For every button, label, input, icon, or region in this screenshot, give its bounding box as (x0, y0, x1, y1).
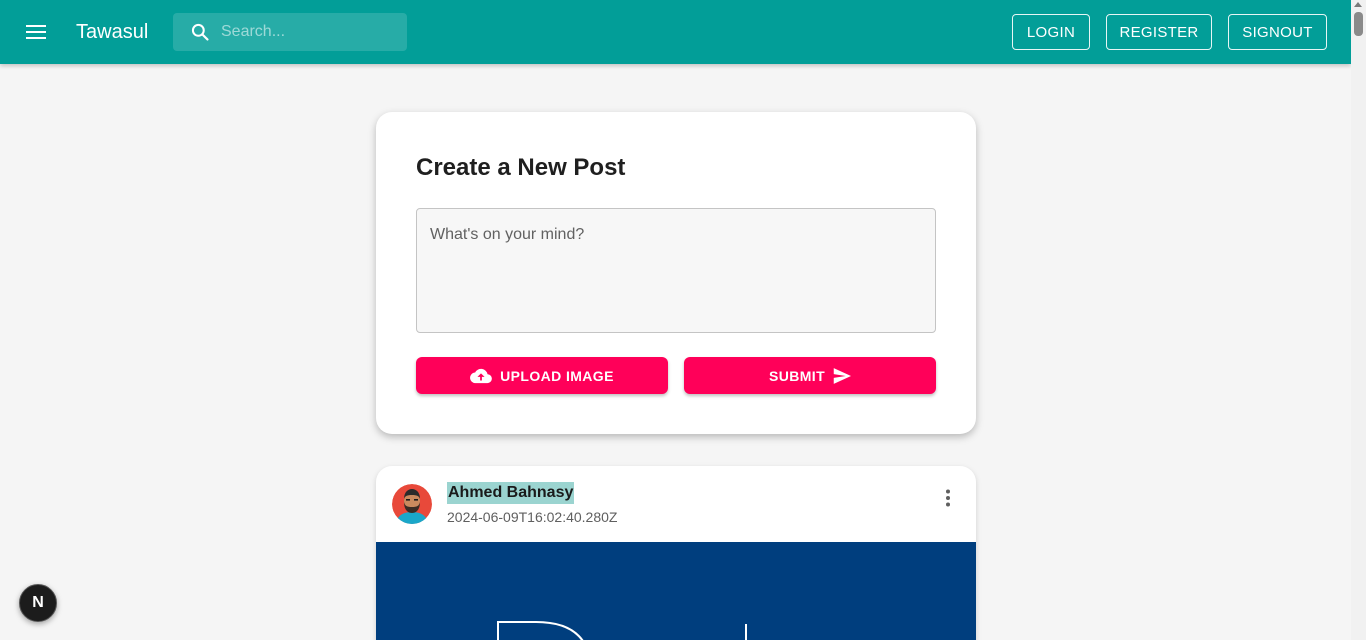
upload-image-label: UPLOAD IMAGE (500, 367, 614, 384)
hamburger-menu-icon (26, 25, 46, 39)
search-box[interactable] (173, 13, 407, 51)
post-options-button[interactable] (936, 486, 960, 510)
create-post-title: Create a New Post (416, 154, 626, 181)
submit-button[interactable]: SUBMIT (684, 357, 936, 394)
brand-title[interactable]: Tawasul (76, 20, 148, 44)
post-card: Ahmed Bahnasy 2024-06-09T16:02:40.280Z (376, 466, 976, 640)
avatar-image (392, 484, 432, 524)
post-author-name[interactable]: Ahmed Bahnasy (447, 482, 575, 504)
scrollbar-thumb[interactable] (1354, 12, 1363, 36)
upload-image-button[interactable]: UPLOAD IMAGE (416, 357, 668, 394)
create-post-card: Create a New Post UPLOAD IMAGE SUBMIT (376, 112, 976, 434)
dev-indicator-badge[interactable]: N (19, 584, 57, 622)
page: Tawasul LOGIN REGISTER SIGNOUT Create a … (0, 0, 1366, 640)
post-content-textarea[interactable] (416, 208, 936, 333)
signout-button[interactable]: SIGNOUT (1228, 14, 1327, 50)
cloud-upload-icon (470, 368, 492, 383)
author-avatar[interactable] (392, 484, 432, 524)
login-button[interactable]: LOGIN (1012, 14, 1090, 50)
submit-label: SUBMIT (768, 367, 826, 384)
menu-button[interactable] (18, 14, 54, 50)
page-scrollbar[interactable] (1351, 0, 1366, 640)
register-button[interactable]: REGISTER (1106, 14, 1212, 50)
search-input[interactable] (221, 13, 401, 51)
post-image-graphic (497, 621, 747, 640)
search-icon (191, 23, 209, 41)
more-vertical-icon (946, 489, 950, 507)
send-icon (833, 367, 852, 384)
scroll-up-arrow-icon[interactable] (1354, 2, 1362, 7)
app-bar: Tawasul LOGIN REGISTER SIGNOUT (0, 0, 1351, 64)
post-timestamp: 2024-06-09T16:02:40.280Z (447, 509, 618, 525)
post-image[interactable] (376, 542, 976, 640)
